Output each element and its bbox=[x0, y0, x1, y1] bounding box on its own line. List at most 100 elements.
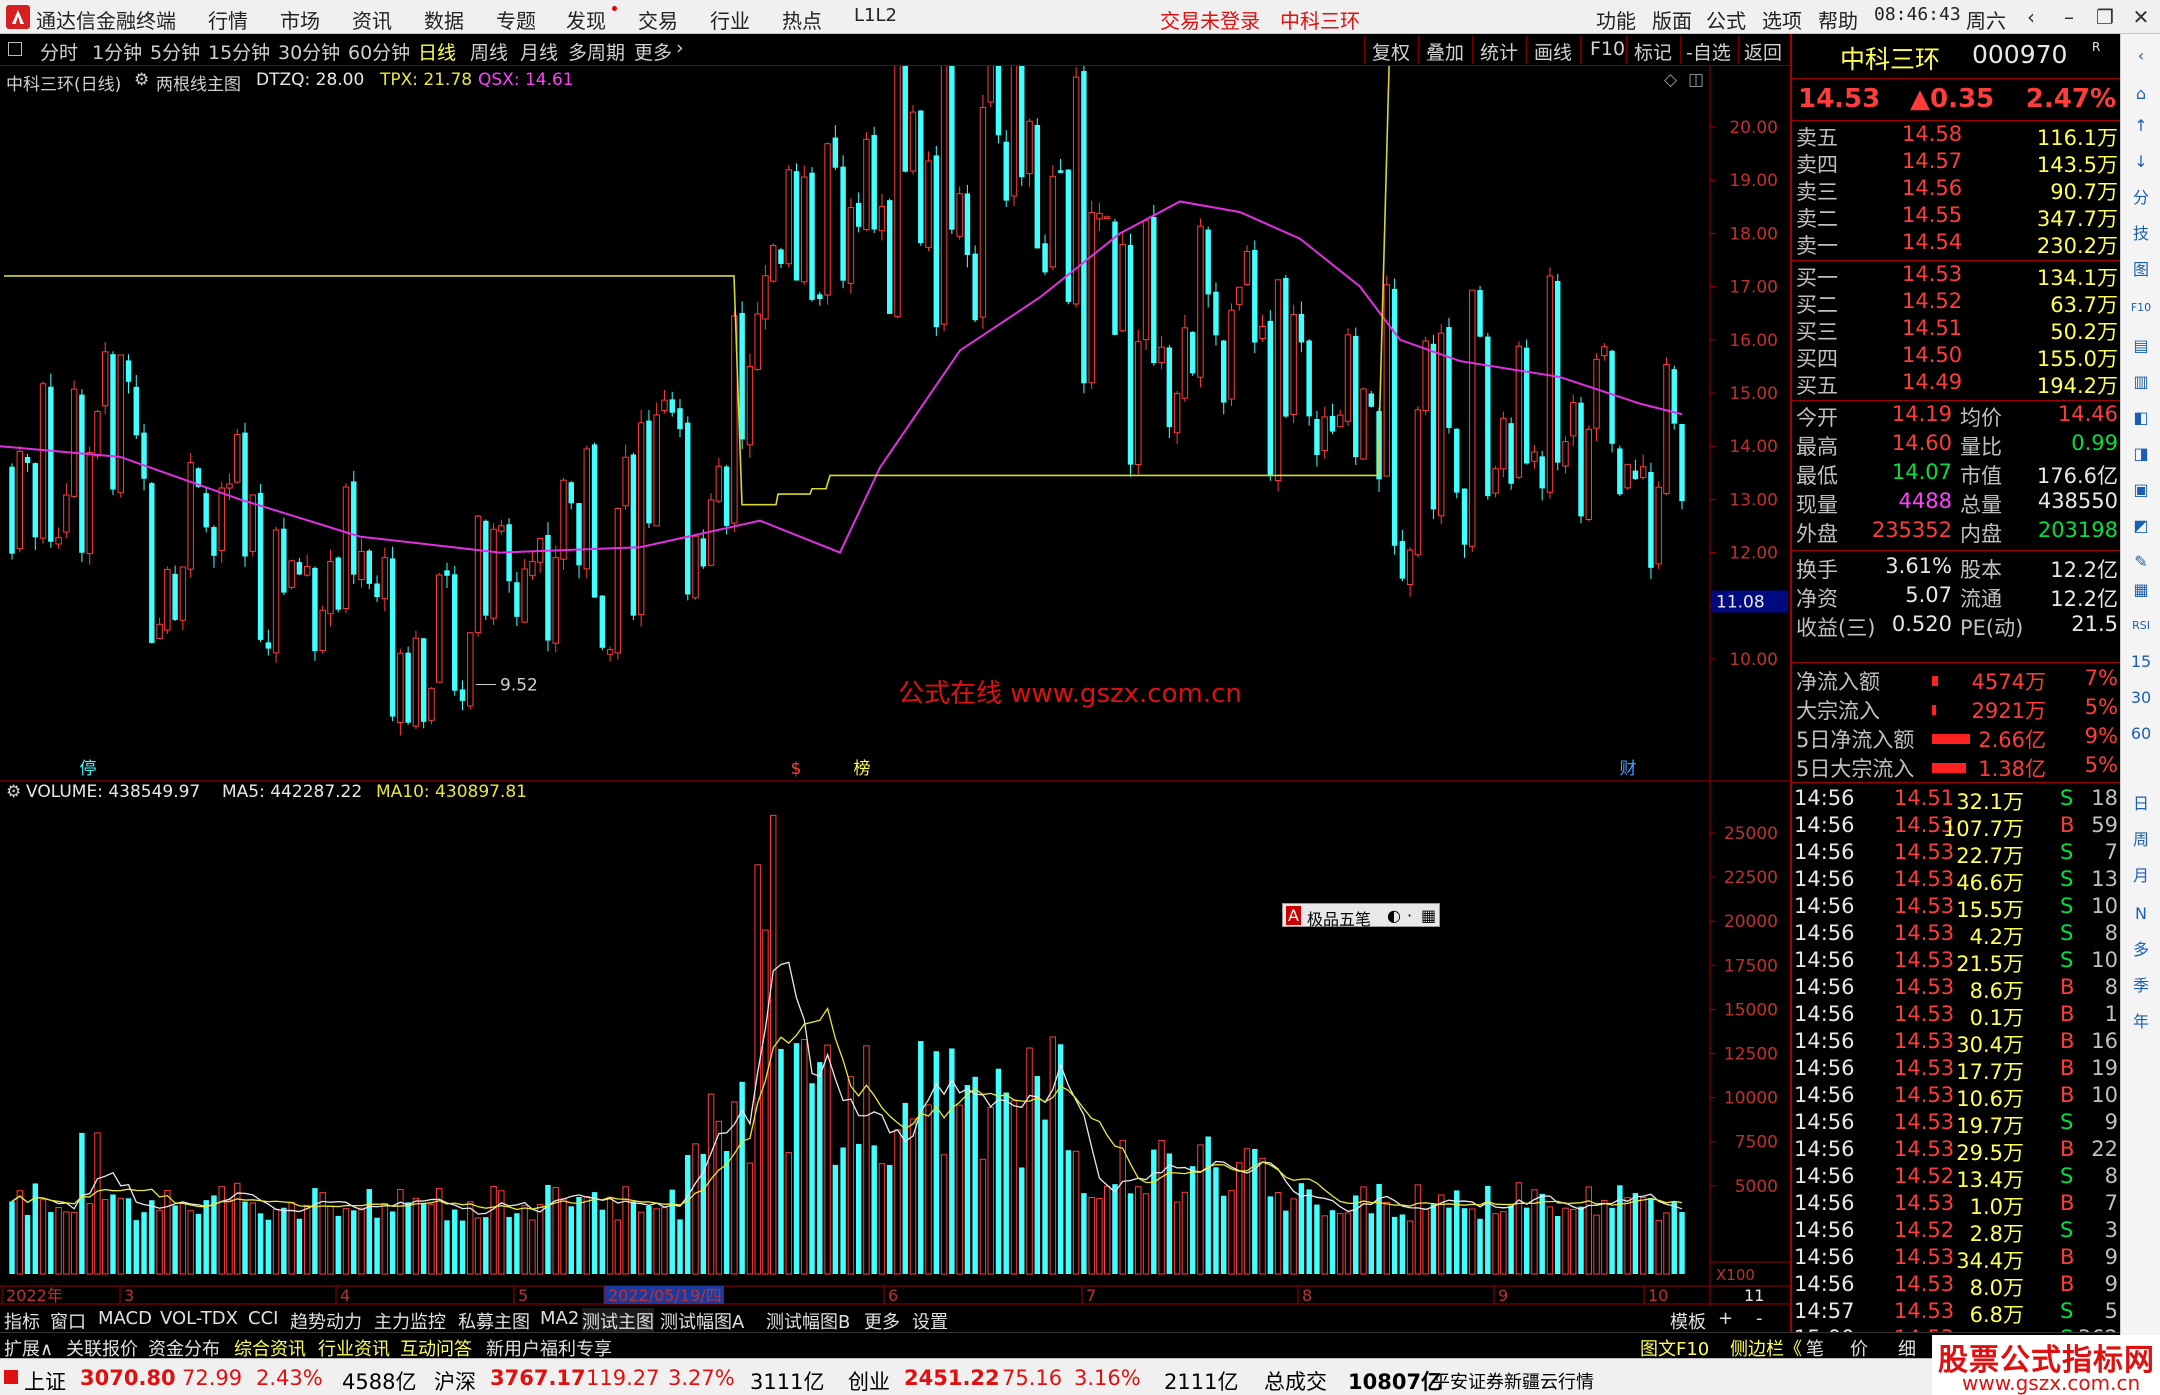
toolbar-button[interactable]: 叠加 bbox=[1426, 38, 1464, 65]
indicator-tab[interactable]: CCI bbox=[248, 1308, 278, 1329]
season-icon[interactable]: 季 bbox=[2128, 974, 2154, 998]
menu-item[interactable]: 资讯 bbox=[352, 5, 392, 34]
indicator-tab[interactable]: MACD bbox=[98, 1308, 152, 1329]
toolbar-button[interactable]: 复权 bbox=[1372, 38, 1410, 65]
period-tab[interactable]: 分时 bbox=[40, 38, 78, 65]
f10-icon[interactable]: F10 bbox=[2128, 296, 2154, 320]
collapse-icon[interactable]: ‹ bbox=[2128, 44, 2154, 68]
period-tab[interactable]: 30分钟 bbox=[278, 38, 340, 65]
indicator-tab[interactable]: 测试幅图B bbox=[766, 1308, 850, 1334]
indicator-tab[interactable]: 指标 bbox=[4, 1308, 40, 1334]
day-icon[interactable]: 日 bbox=[2128, 792, 2154, 816]
down-icon[interactable]: ↓ bbox=[2128, 150, 2154, 174]
volume-bar bbox=[226, 1199, 233, 1275]
indicator-tab[interactable]: 私募主图 bbox=[458, 1308, 530, 1334]
menu-item[interactable]: 选项 bbox=[1762, 5, 1802, 34]
tick-price: 14.53 bbox=[1894, 1191, 1955, 1215]
keyboard-icon[interactable]: ▦ bbox=[1421, 906, 1436, 925]
period-60-icon[interactable]: 60 bbox=[2128, 722, 2154, 746]
period-30-icon[interactable]: 30 bbox=[2128, 686, 2154, 710]
menu-item[interactable]: 专题 bbox=[496, 5, 536, 34]
ime-popup[interactable]: A 极品五笔 ◐ · ▦ bbox=[1282, 903, 1440, 929]
punct-icon[interactable]: · bbox=[1407, 906, 1412, 925]
menu-item[interactable]: 功能 bbox=[1596, 5, 1636, 34]
n-icon[interactable]: N bbox=[2128, 902, 2154, 926]
close-icon[interactable]: ✕ bbox=[2124, 1, 2158, 33]
chart-icon[interactable]: 图 bbox=[2128, 258, 2154, 282]
period-tab[interactable]: 60分钟 bbox=[348, 38, 410, 65]
index-label[interactable]: 创业 bbox=[848, 1366, 890, 1395]
more-button[interactable]: 更多 bbox=[634, 38, 672, 65]
tool-icon[interactable]: ✎ bbox=[2128, 550, 2154, 574]
kline-chart[interactable]: 20.00 19.00 18.00 17.00 16.00 15.00 14.00 13.00… bbox=[0, 66, 1790, 1306]
tool-icon[interactable]: ◧ bbox=[2128, 406, 2154, 430]
menu-item[interactable]: 热点 bbox=[782, 5, 822, 34]
tech-icon[interactable]: 技 bbox=[2128, 222, 2154, 246]
multi-icon[interactable]: 多 bbox=[2128, 938, 2154, 962]
tool-icon[interactable]: ◨ bbox=[2128, 442, 2154, 466]
indicator-tab[interactable]: 设置 bbox=[912, 1308, 948, 1334]
restore-icon[interactable]: ❐ bbox=[2088, 1, 2122, 33]
menu-item[interactable]: 市场 bbox=[280, 5, 320, 34]
period-tab[interactable]: 周线 bbox=[470, 38, 508, 65]
menu-item[interactable]: 行业 bbox=[710, 5, 750, 34]
period-15-icon[interactable]: 15 bbox=[2128, 650, 2154, 674]
menu-item[interactable]: L1L2 bbox=[854, 5, 897, 26]
indicator-tab[interactable]: 更多 bbox=[864, 1308, 900, 1334]
indicator-tab[interactable]: VOL-TDX bbox=[160, 1308, 238, 1329]
back-icon[interactable]: ‹ bbox=[2014, 1, 2048, 33]
toolbar-button[interactable]: 返回 bbox=[1744, 38, 1782, 65]
period-tab[interactable]: 月线 bbox=[520, 38, 558, 65]
trade-status[interactable]: 交易未登录 bbox=[1160, 5, 1260, 34]
menu-item[interactable]: 行情 bbox=[208, 5, 248, 34]
period-tab[interactable]: 多周期 bbox=[568, 38, 625, 65]
toolbar-button[interactable]: F10 bbox=[1590, 38, 1625, 60]
indicator-tab[interactable]: 测试主图 bbox=[582, 1308, 654, 1334]
tool-icon[interactable]: ▤ bbox=[2128, 334, 2154, 358]
panel-toggle-icon[interactable] bbox=[8, 42, 22, 56]
week-icon[interactable]: 周 bbox=[2128, 828, 2154, 852]
tool-icon[interactable]: ◩ bbox=[2128, 514, 2154, 538]
index-label[interactable]: 沪深 bbox=[434, 1366, 476, 1395]
indicator-tab[interactable]: 窗口 bbox=[50, 1308, 86, 1334]
moon-icon[interactable]: ◐ bbox=[1387, 906, 1401, 925]
indicator-tab[interactable]: MA2 bbox=[540, 1308, 579, 1329]
indicator-tab[interactable]: - bbox=[1756, 1308, 1763, 1329]
month-icon[interactable]: 月 bbox=[2128, 864, 2154, 888]
indicator-tab[interactable]: 模板 bbox=[1670, 1308, 1706, 1334]
menu-item[interactable]: 发现 bbox=[566, 5, 606, 34]
stat-row: 今开 14.19 均价 14.46 bbox=[1792, 402, 2122, 430]
toolbar-button[interactable]: 统计 bbox=[1480, 38, 1518, 65]
indicator-tab[interactable]: 主力监控 bbox=[374, 1308, 446, 1334]
split-icon[interactable]: 分 bbox=[2128, 186, 2154, 210]
tool-icon[interactable]: ▦ bbox=[2128, 578, 2154, 602]
rsi-icon[interactable]: RSI bbox=[2128, 614, 2154, 638]
tool-icon[interactable]: ▣ bbox=[2128, 478, 2154, 502]
menu-item[interactable]: 公式 bbox=[1706, 5, 1746, 34]
home-icon[interactable]: ⌂ bbox=[2128, 82, 2154, 106]
year-icon[interactable]: 年 bbox=[2128, 1010, 2154, 1034]
toolbar-button[interactable]: 标记 bbox=[1634, 38, 1672, 65]
tool-icon[interactable]: ▥ bbox=[2128, 370, 2154, 394]
volume-bar bbox=[1228, 1190, 1235, 1275]
toolbar-button[interactable]: -自选 bbox=[1686, 38, 1731, 65]
volume-bar bbox=[677, 1219, 683, 1274]
menu-item[interactable]: 帮助 bbox=[1818, 5, 1858, 34]
menu-item[interactable]: 数据 bbox=[424, 5, 464, 34]
volume-bar bbox=[1221, 1195, 1227, 1274]
period-tab[interactable]: 15分钟 bbox=[208, 38, 270, 65]
indicator-tab[interactable]: 测试幅图A bbox=[660, 1308, 744, 1334]
period-tab[interactable]: 1分钟 bbox=[92, 38, 142, 65]
up-icon[interactable]: ↑ bbox=[2128, 114, 2154, 138]
toolbar-button[interactable]: 画线 bbox=[1534, 38, 1572, 65]
period-tab-active[interactable]: 日线 bbox=[418, 38, 456, 65]
period-tab[interactable]: 5分钟 bbox=[150, 38, 200, 65]
index-label[interactable]: 上证 bbox=[24, 1366, 66, 1395]
minimize-icon[interactable]: – bbox=[2052, 1, 2086, 33]
volume-bar bbox=[723, 1151, 730, 1274]
event-marker: 榜 bbox=[854, 759, 871, 779]
indicator-tab[interactable]: 趋势动力 bbox=[290, 1308, 362, 1334]
indicator-tab[interactable]: + bbox=[1718, 1308, 1733, 1329]
menu-item[interactable]: 交易 bbox=[638, 5, 678, 34]
menu-item[interactable]: 版面 bbox=[1652, 5, 1692, 34]
